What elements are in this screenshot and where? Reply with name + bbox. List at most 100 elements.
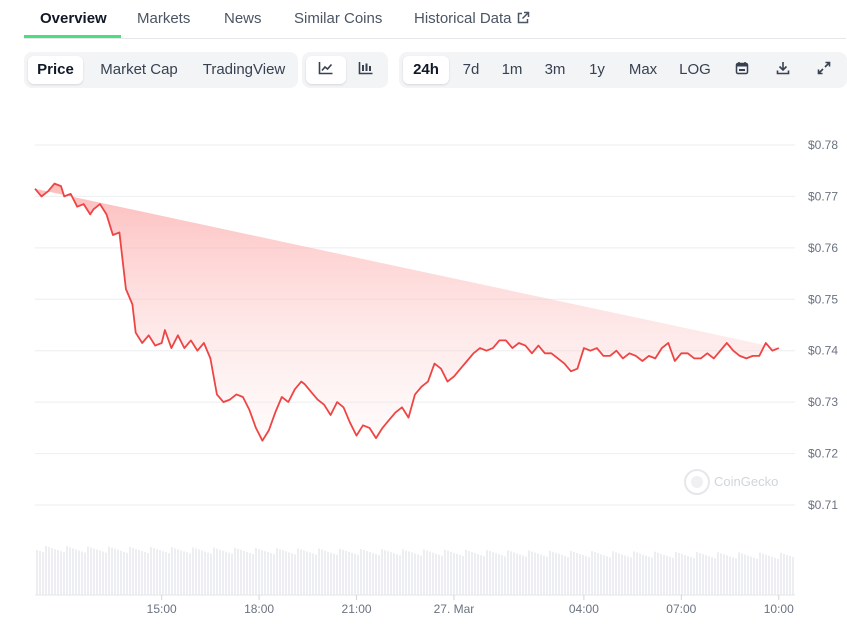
- volume-bar: [180, 550, 182, 595]
- volume-bar: [183, 551, 185, 595]
- volume-bar: [258, 549, 260, 595]
- volume-bar: [192, 547, 194, 595]
- volume-bar: [375, 554, 377, 595]
- volume-bar: [444, 549, 446, 595]
- volume-bar: [411, 552, 413, 595]
- volume-bar: [102, 551, 104, 595]
- volume-bar: [243, 550, 245, 595]
- volume-bar: [273, 554, 275, 595]
- volume-bar: [657, 552, 659, 595]
- volume-bar: [792, 556, 794, 595]
- volume-bar: [318, 548, 320, 595]
- volume-bar: [765, 554, 767, 595]
- volume-bar: [162, 551, 164, 595]
- volume-bar: [504, 556, 506, 595]
- volume-bar: [567, 556, 569, 595]
- volume-bar: [96, 549, 98, 595]
- volume-bar: [495, 553, 497, 595]
- volume-bar: [453, 552, 455, 595]
- volume-bar: [402, 549, 404, 595]
- y-axis: $0.78 $0.77 $0.76 $0.75 $0.74 $0.73 $0.72 $0.71: [808, 138, 838, 512]
- volume-bar: [783, 553, 785, 595]
- volume-bar: [609, 557, 611, 595]
- volume-bar: [606, 556, 608, 595]
- volume-bar: [483, 556, 485, 595]
- volume-bar: [510, 551, 512, 595]
- volume-bar: [525, 556, 527, 595]
- volume-bar: [225, 551, 227, 595]
- volume-bar: [333, 553, 335, 595]
- volume-bar: [690, 557, 692, 595]
- volume-bar: [252, 553, 254, 595]
- volume-bar: [570, 550, 572, 595]
- volume-bar: [369, 552, 371, 595]
- volume-bar: [285, 551, 287, 595]
- volume-bar: [261, 550, 263, 595]
- volume-bar: [522, 555, 524, 595]
- y-tick-label: $0.73: [808, 395, 838, 409]
- volume-bar: [381, 549, 383, 595]
- volume-bar: [426, 550, 428, 595]
- volume-bar: [531, 551, 533, 595]
- x-tick-label: 18:00: [244, 602, 274, 616]
- volume-bar: [141, 550, 143, 595]
- volume-bar: [372, 553, 374, 595]
- volume-bar: [600, 554, 602, 595]
- volume-bar: [441, 555, 443, 595]
- volume-bar: [297, 548, 299, 595]
- volume-bar: [138, 549, 140, 595]
- coingecko-watermark: CoinGecko: [684, 469, 778, 495]
- volume-bar: [270, 553, 272, 595]
- volume-bar: [195, 548, 197, 595]
- volume-bar: [579, 554, 581, 595]
- volume-bar: [492, 552, 494, 595]
- volume-bar: [360, 548, 362, 595]
- volume-bar: [207, 552, 209, 595]
- volume-bar: [231, 553, 233, 595]
- volume-bar: [228, 552, 230, 595]
- volume-bar: [537, 553, 539, 595]
- volume-bar: [177, 549, 179, 595]
- volume-bar: [747, 555, 749, 595]
- volume-bar: [150, 547, 152, 595]
- volume-bar: [468, 550, 470, 595]
- volume-bar: [621, 554, 623, 595]
- volume-bar: [639, 553, 641, 595]
- volume-bar: [543, 555, 545, 595]
- volume-bar: [39, 551, 41, 595]
- volume-bar: [591, 551, 593, 595]
- volume-bar: [678, 552, 680, 595]
- volume-bar: [588, 557, 590, 595]
- volume-bar: [219, 549, 221, 595]
- volume-bar: [423, 549, 425, 595]
- volume-bar: [447, 550, 449, 595]
- volume-bar: [72, 548, 74, 595]
- volume-bar: [519, 554, 521, 595]
- volume-bar: [516, 553, 518, 595]
- volume-bar: [582, 555, 584, 595]
- volume-bar: [618, 553, 620, 595]
- volume-bar: [246, 551, 248, 595]
- volume-bar: [552, 551, 554, 595]
- y-tick-label: $0.72: [808, 447, 838, 461]
- volume-bar: [774, 557, 776, 595]
- volume-bar: [714, 558, 716, 595]
- volume-bar: [666, 555, 668, 595]
- volume-bar: [435, 553, 437, 595]
- volume-bar: [75, 549, 77, 595]
- volume-bar: [597, 553, 599, 595]
- volume-bar: [459, 554, 461, 595]
- volume-bar: [129, 546, 131, 595]
- volume-bar: [354, 553, 356, 595]
- volume-bar: [117, 549, 119, 595]
- volume-bar: [234, 547, 236, 595]
- volume-bar: [564, 555, 566, 595]
- volume-bar: [780, 552, 782, 595]
- volume-bar: [201, 550, 203, 595]
- volume-bar: [408, 551, 410, 595]
- volume-bar: [276, 548, 278, 595]
- volume-bar: [762, 553, 764, 595]
- price-chart[interactable]: $0.78 $0.77 $0.76 $0.75 $0.74 $0.73 $0.72 $0.71…: [0, 0, 847, 636]
- volume-bar: [480, 555, 482, 595]
- volume-bar: [465, 549, 467, 595]
